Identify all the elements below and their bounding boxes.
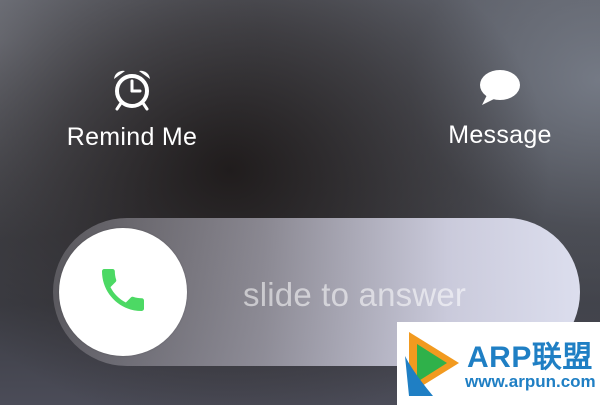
watermark-brand: ARP联盟 [467,341,593,374]
phone-icon [95,262,151,323]
slide-to-answer-text: slide to answer [243,276,467,313]
watermark-url: www.arpun.com [465,372,596,391]
remind-me-label: Remind Me [66,123,198,151]
message-label: Message [448,121,552,149]
remind-me-button[interactable]: Remind Me [52,67,212,152]
message-button[interactable]: Message [425,67,575,150]
answer-knob[interactable] [59,228,187,356]
speech-bubble-icon [478,67,522,109]
alarm-clock-icon [110,67,154,111]
watermark: ARP联盟 www.arpun.com [397,322,600,405]
play-logo-icon [403,326,465,405]
